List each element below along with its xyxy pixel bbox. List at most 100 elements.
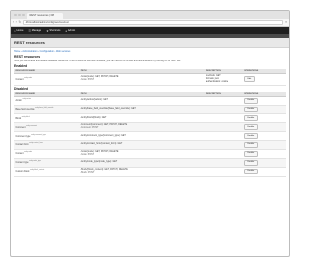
- resource-path-cell: /node/{node}: GET, PATCH, DELETE/node: P…: [79, 149, 205, 159]
- resource-tag: entity:node: [24, 77, 32, 79]
- browser-tab[interactable]: REST resources | D8: [27, 12, 63, 19]
- resource-description-cell: [204, 105, 243, 115]
- resource-name-cell: Content type entity:node_type: [14, 158, 80, 168]
- enable-button[interactable]: Enable: [243, 97, 258, 104]
- reload-icon[interactable]: ↻: [18, 20, 21, 25]
- table-row: Content entity:node /node/{node}: GET, P…: [14, 149, 286, 159]
- resource-tag: entity:block_content: [30, 170, 45, 172]
- table-row: Content entity:node /node/{node}: GET, P…: [14, 73, 286, 86]
- table-row: Block entity:block /entity/block/{block}…: [14, 113, 286, 124]
- resource-name: Content: [15, 153, 24, 156]
- page-description: Here you can enable and disable availabl…: [14, 59, 181, 62]
- page-header: REST resources: [11, 38, 289, 48]
- resource-name: Comment type: [15, 135, 31, 138]
- enable-button[interactable]: Enable: [243, 150, 258, 157]
- enable-button[interactable]: Enable: [243, 124, 258, 131]
- resource-path: /entity/base_field_override/{base_field_…: [80, 108, 136, 111]
- resource-name: Content: [15, 78, 24, 81]
- resource-path-cell: /block/{block_content}: GET, PATCH, DELE…: [79, 167, 205, 177]
- resource-path-cell: /entity/node_type/{node_type}: GET: [79, 158, 205, 168]
- resource-path-cell: /entity/action/{action}: GET: [79, 96, 205, 106]
- resource-tag: entity:node_type: [29, 161, 41, 163]
- resource-path: /entity/block/{block}: GET: [80, 116, 107, 119]
- resource-tag: entity:comment_type: [31, 134, 46, 136]
- enable-button[interactable]: Enable: [243, 141, 258, 148]
- resource-tag: entity:block: [21, 116, 30, 118]
- resource-description-cell: methods: GET formats: json authenticatio…: [204, 73, 243, 86]
- address-bar: ‹ › ↻ d8.localhost/admin/config/services…: [11, 19, 289, 27]
- toolbar-item-admin[interactable]: ● Admin: [65, 29, 75, 33]
- operations-cell: Enable: [242, 96, 286, 106]
- enabled-resources-table: RESOURCE NAME PATH DESCRIPTION OPERATION…: [14, 68, 286, 86]
- resource-description-cell: [204, 122, 243, 133]
- menu-icon: ☰: [28, 28, 31, 33]
- operations-cell: Edit: [242, 73, 286, 86]
- resource-path: /entity/contact_form/{contact_form}: GET: [80, 143, 123, 146]
- resource-name-cell: Base field override entity:base_field_ov…: [14, 105, 80, 115]
- resource-name-cell: Content entity:node: [14, 73, 80, 86]
- resource-description-cell: [204, 167, 243, 177]
- operations-cell: Enable: [242, 158, 286, 168]
- resource-name-cell: Action entity:action: [14, 96, 80, 106]
- resource-name-cell: Content entity:node: [14, 149, 80, 159]
- resource-name-cell: Comment entity:comment: [14, 122, 80, 133]
- table-row: Custom block entity:block_content /block…: [14, 167, 286, 177]
- resource-name-cell: Comment type entity:comment_type: [14, 131, 80, 141]
- resource-tag: entity:contact_form: [29, 143, 43, 145]
- enable-button[interactable]: Enable: [243, 159, 258, 166]
- enable-button[interactable]: Enable: [243, 168, 258, 175]
- window-controls: [14, 13, 25, 17]
- section-title: REST resources: [14, 54, 41, 59]
- edit-button[interactable]: Edit: [243, 76, 255, 82]
- resource-name: Custom block: [15, 170, 30, 173]
- breadcrumb[interactable]: Home › Administration › Configuration › …: [14, 50, 286, 53]
- resource-path-extra: /comment: POST: [80, 127, 99, 130]
- resource-path-cell: /entity/comment_type/{comment_type}: GET: [79, 131, 205, 141]
- operations-cell: Enable: [242, 149, 286, 159]
- toolbar-item-manage[interactable]: ☰ Manage: [28, 29, 41, 33]
- resource-description-cell: [204, 131, 243, 141]
- minimize-window-icon[interactable]: [18, 13, 21, 17]
- url-input[interactable]: d8.localhost/admin/config/services/rest: [22, 20, 284, 25]
- resource-name: Base field override: [15, 108, 35, 111]
- toolbar-item-label: Admin: [67, 29, 76, 32]
- resource-path-cell: /entity/block/{block}: GET: [79, 113, 205, 124]
- resource-tag: entity:comment: [26, 125, 37, 127]
- table-row: Content type entity:node_type /entity/no…: [14, 158, 286, 168]
- resource-name: Comment: [15, 126, 26, 129]
- resource-name: Block: [15, 117, 22, 120]
- page-title: REST resources: [14, 40, 45, 45]
- main-content: Home › Administration › Configuration › …: [11, 48, 289, 179]
- table-row: Base field override entity:base_field_ov…: [14, 105, 286, 115]
- disabled-resources-table: RESOURCE NAME PATH DESCRIPTION OPERATION…: [14, 92, 286, 177]
- resource-path-extra: /node: POST: [80, 79, 95, 82]
- resource-path-extra: /node: POST: [80, 153, 95, 156]
- forward-icon[interactable]: ›: [16, 20, 17, 25]
- resource-tag: entity:base_field_override: [35, 108, 54, 110]
- resource-name: Content type: [15, 162, 29, 165]
- resource-name: Contact form: [15, 144, 29, 147]
- resource-path-extra: /block: POST: [80, 171, 95, 174]
- resource-name: Action: [15, 100, 22, 103]
- table-row: Comment type entity:comment_type /entity…: [14, 131, 286, 141]
- resource-path-cell: /entity/base_field_override/{base_field_…: [79, 105, 205, 115]
- operations-cell: Enable: [242, 167, 286, 177]
- resource-description-cell: [204, 158, 243, 168]
- toolbar-item-shortcuts[interactable]: ★ Shortcuts: [46, 29, 60, 33]
- toolbar-item-home[interactable]: ⌂ Home: [14, 29, 23, 33]
- menu-icon[interactable]: ≡: [285, 20, 287, 25]
- back-icon[interactable]: ‹: [13, 20, 14, 25]
- maximize-window-icon[interactable]: [22, 13, 25, 17]
- table-row: Comment entity:comment /comment/{comment…: [14, 122, 286, 133]
- enable-button[interactable]: Enable: [243, 106, 258, 113]
- enable-button[interactable]: Enable: [243, 115, 258, 122]
- toolbar-item-label: Home: [16, 29, 24, 32]
- close-window-icon[interactable]: [14, 13, 17, 17]
- resource-description-cell: [204, 149, 243, 159]
- description-auth: authentication: cookie: [205, 80, 229, 83]
- disabled-heading: Disabled: [14, 87, 29, 92]
- resource-description-cell: [204, 140, 243, 150]
- enable-button[interactable]: Enable: [243, 133, 258, 139]
- resource-path: /entity/action/{action}: GET: [80, 99, 108, 102]
- operations-cell: Enable: [242, 113, 286, 124]
